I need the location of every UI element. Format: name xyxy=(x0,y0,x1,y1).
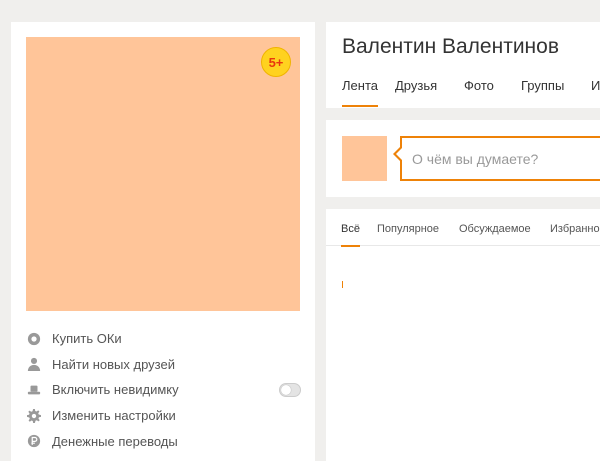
gear-icon xyxy=(26,408,42,424)
menu-item-label: Найти новых друзей xyxy=(52,356,175,372)
settings-link[interactable]: Изменить настройки xyxy=(26,403,302,429)
person-icon xyxy=(26,356,42,372)
menu-item-label: Денежные переводы xyxy=(52,433,178,449)
invisible-mode-toggle[interactable] xyxy=(279,383,301,398)
tab-groups[interactable]: Группы xyxy=(521,78,564,93)
menu-item-label: Изменить настройки xyxy=(52,408,176,424)
tab-all[interactable]: Всё xyxy=(341,223,360,247)
menu-item-label: Включить невидимку xyxy=(52,382,179,398)
tab-favorites[interactable]: Избранное xyxy=(550,223,600,235)
post-placeholder: О чём вы думаете? xyxy=(412,151,539,167)
tab-popular[interactable]: Популярное xyxy=(377,223,439,235)
post-composer: О чём вы думаете? xyxy=(326,120,600,197)
hat-icon xyxy=(26,382,42,398)
age-badge: 5+ xyxy=(261,47,291,77)
feed-tabs: Всё Популярное Обсуждаемое Избранное xyxy=(326,209,600,247)
tab-photos[interactable]: Фото xyxy=(464,78,494,93)
profile-header: Валентин Валентинов Лента Друзья Фото Гр… xyxy=(326,22,600,108)
tab-friends[interactable]: Друзья xyxy=(395,78,437,93)
money-transfer-link[interactable]: Денежные переводы xyxy=(26,428,302,454)
menu-item-label: Купить ОКи xyxy=(52,331,122,347)
loading-indicator xyxy=(342,281,343,288)
coin-icon xyxy=(26,331,42,347)
find-friends-link[interactable]: Найти новых друзей xyxy=(26,352,302,378)
feed: Всё Популярное Обсуждаемое Избранное xyxy=(326,209,600,461)
composer-avatar xyxy=(342,136,387,181)
sidebar-menu: Купить ОКи Найти новых друзей Включить н… xyxy=(26,326,302,454)
tab-more[interactable]: И xyxy=(591,78,600,93)
profile-sidebar: 5+ Купить ОКи Найти новых друзей Включит… xyxy=(11,22,315,461)
money-transfer-icon xyxy=(26,433,42,449)
invisible-mode-item[interactable]: Включить невидимку xyxy=(26,377,302,403)
tab-feed[interactable]: Лента xyxy=(342,78,378,107)
tab-discussed[interactable]: Обсуждаемое xyxy=(459,223,531,235)
page-title: Валентин Валентинов xyxy=(342,35,559,58)
buy-oki-link[interactable]: Купить ОКи xyxy=(26,326,302,352)
post-input[interactable]: О чём вы думаете? xyxy=(393,136,600,181)
avatar[interactable]: 5+ xyxy=(26,37,300,311)
